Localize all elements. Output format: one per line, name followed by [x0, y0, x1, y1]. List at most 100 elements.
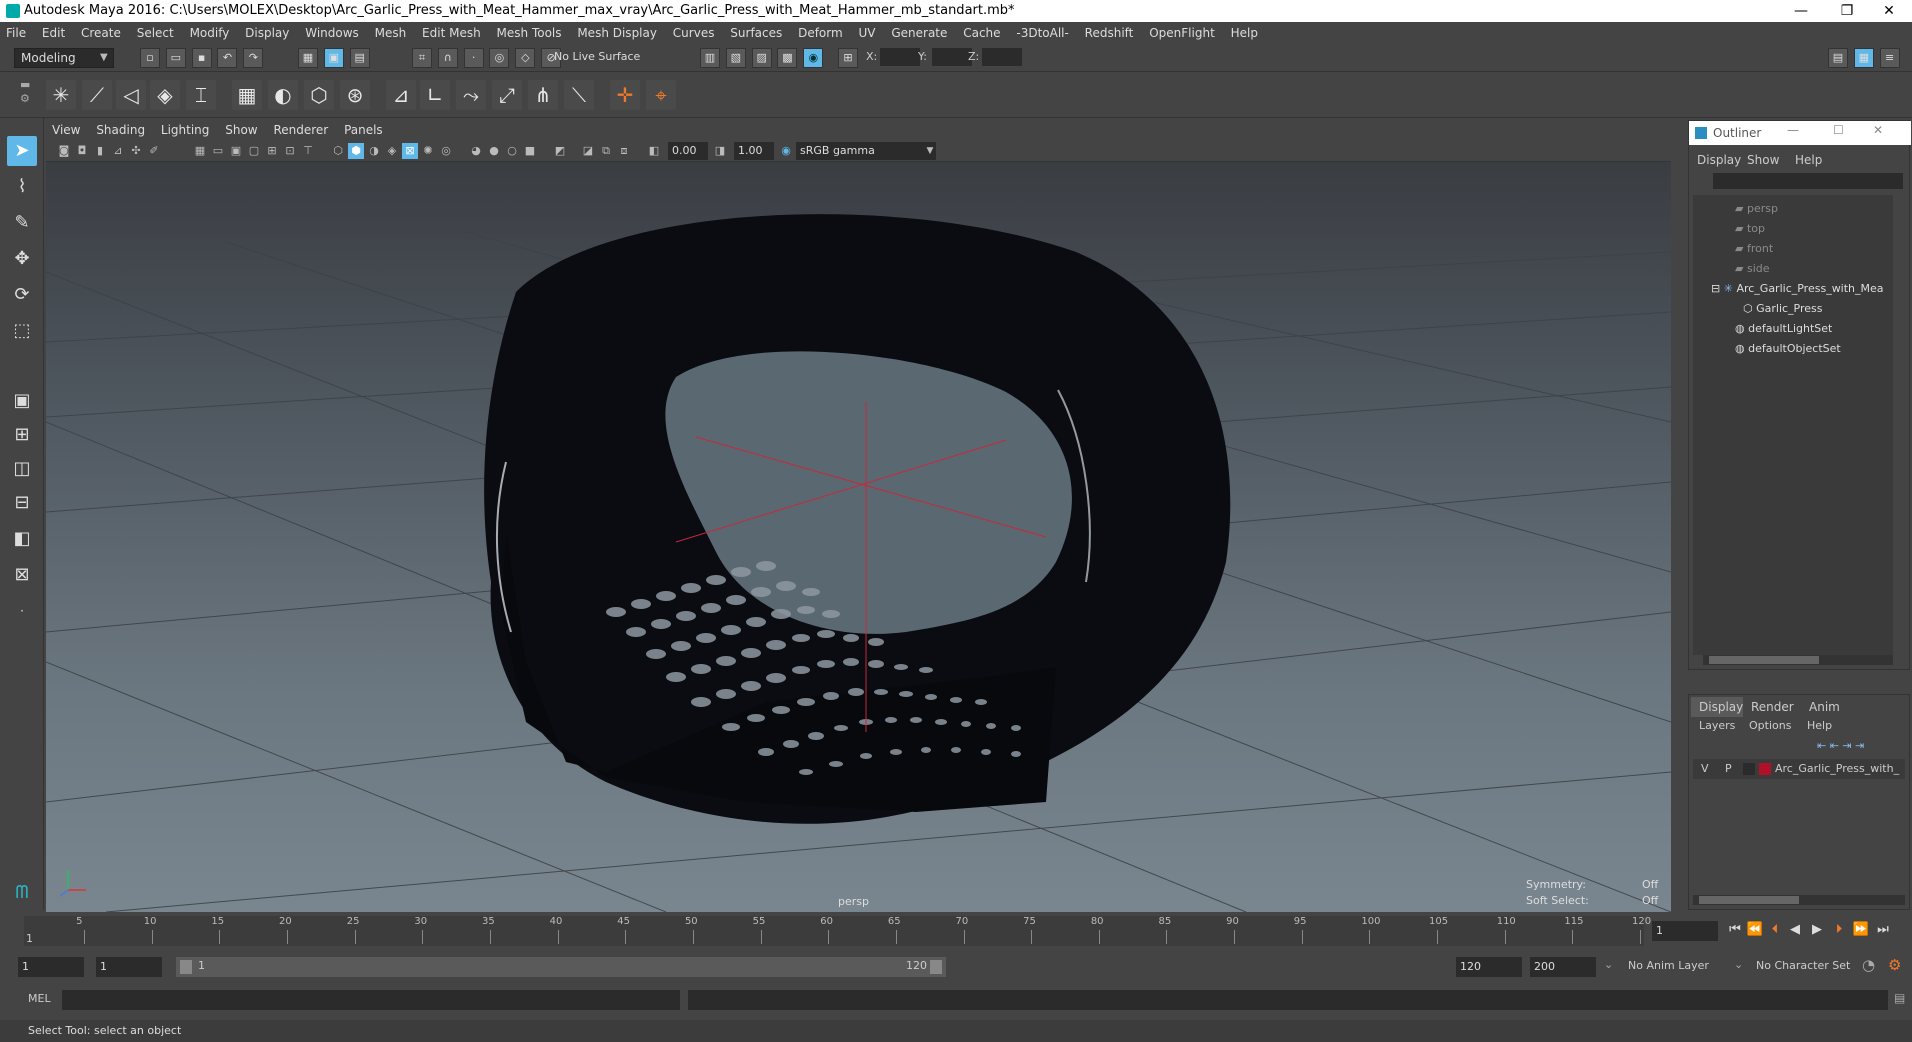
xray-components-icon[interactable]: ⧈ — [616, 143, 632, 159]
live-surface-label[interactable]: No Live Surface — [554, 50, 640, 63]
layout-outliner-icon[interactable]: ◧ — [7, 524, 37, 554]
outliner-search-input[interactable] — [1713, 173, 1903, 189]
step-back-icon[interactable]: ⏪ — [1746, 921, 1764, 939]
x-field[interactable] — [880, 48, 920, 66]
outliner-menu-show[interactable]: Show — [1747, 153, 1779, 167]
outliner-restore-button[interactable]: ☐ — [1833, 123, 1844, 137]
select-component-icon[interactable]: ▤ — [349, 48, 370, 68]
outliner-menu-help[interactable]: Help — [1795, 153, 1822, 167]
xray-joints-icon[interactable]: ⧉ — [598, 143, 614, 159]
menu-generate[interactable]: Generate — [891, 26, 947, 40]
outliner-item-garlic-press[interactable]: ⬡ Garlic_Press — [1743, 299, 1823, 319]
playback-end-field[interactable]: 120 — [1456, 957, 1522, 977]
range-handle-start[interactable] — [180, 960, 192, 974]
channel-box-icon[interactable]: ≡ — [1879, 48, 1900, 68]
paint-select-icon[interactable]: ✎ — [7, 208, 37, 238]
range-handle-end[interactable] — [930, 960, 942, 974]
image-plane-icon[interactable]: ⊿ — [110, 143, 126, 159]
wireframe-on-shaded-icon[interactable]: ◈ — [384, 143, 400, 159]
menu-redshift[interactable]: Redshift — [1085, 26, 1134, 40]
tab-display[interactable]: Display — [1691, 697, 1743, 717]
2d-pan-icon[interactable]: ✣ — [128, 143, 144, 159]
close-button[interactable]: ✕ — [1866, 0, 1912, 22]
safe-title-icon[interactable]: ⊤ — [300, 143, 316, 159]
shelf-text-icon[interactable]: ⌶ — [186, 80, 216, 110]
motion-blur-icon[interactable]: ● — [486, 143, 502, 159]
script-editor-icon[interactable]: ▤ — [1894, 991, 1905, 1005]
layout-single-icon[interactable]: ▣ — [7, 386, 37, 416]
shelf-poly-sphere-icon[interactable]: ◐ — [268, 80, 298, 110]
preferences-icon[interactable]: ⚙ — [1888, 956, 1901, 974]
menu-mesh-display[interactable]: Mesh Display — [577, 26, 657, 40]
menu-modify[interactable]: Modify — [190, 26, 230, 40]
rotate-tool-icon[interactable]: ⟳ — [7, 280, 37, 310]
layer-type[interactable] — [1743, 763, 1755, 775]
start-time-field[interactable]: 1 — [18, 957, 84, 977]
ipr-render-icon[interactable]: ▨ — [751, 48, 772, 68]
layout-side-icon[interactable]: ◫ — [7, 454, 37, 484]
shelf-snap-pivot-icon[interactable]: ⌖ — [646, 80, 676, 110]
command-language-label[interactable]: MEL — [28, 992, 51, 1005]
outliner-item-group[interactable]: ⊟ ✳ Arc_Garlic_Press_with_Mea — [1711, 279, 1884, 299]
menu-display[interactable]: Display — [245, 26, 289, 40]
camera-select-icon[interactable]: ◙ — [56, 143, 72, 159]
bookmark-icon[interactable]: ▮ — [92, 143, 108, 159]
gate-mask-icon[interactable]: ▢ — [246, 143, 262, 159]
xray-icon[interactable]: ◪ — [580, 143, 596, 159]
vp-menu-renderer[interactable]: Renderer — [273, 123, 328, 137]
field-chart-icon[interactable]: ⊞ — [264, 143, 280, 159]
select-object-icon[interactable]: ▣ — [323, 48, 344, 68]
menu-windows[interactable]: Windows — [305, 26, 359, 40]
snap-point-icon[interactable]: · — [463, 48, 484, 68]
outliner-item-top[interactable]: ▰ top — [1735, 219, 1765, 239]
lasso-tool-icon[interactable]: ⌇ — [7, 172, 37, 202]
outliner-minimize-button[interactable]: — — [1787, 123, 1799, 137]
end-time-field[interactable]: 200 — [1530, 957, 1596, 977]
layout-graph-icon[interactable]: ⊠ — [7, 560, 37, 590]
snap-curve-icon[interactable]: ∩ — [437, 48, 458, 68]
hypershade-icon[interactable]: ◉ — [803, 48, 824, 68]
film-gate-icon[interactable]: ▭ — [210, 143, 226, 159]
menu-mesh[interactable]: Mesh — [375, 26, 407, 40]
character-set-dropdown[interactable]: No Character Set — [1756, 959, 1850, 972]
shelf-bevel-icon[interactable]: ∟ — [420, 80, 450, 110]
layer-row[interactable]: V P Arc_Garlic_Press_with_ — [1693, 759, 1905, 779]
shelf-extrude-icon[interactable]: ⊿ — [386, 80, 416, 110]
shelf-target-weld-icon[interactable]: ⟍ — [564, 80, 594, 110]
safe-action-icon[interactable]: ⊡ — [282, 143, 298, 159]
undo-icon[interactable]: ↶ — [217, 48, 238, 68]
shelf-bridge-icon[interactable]: ⤳ — [456, 80, 486, 110]
layout-four-icon[interactable]: ⊞ — [7, 420, 37, 450]
resolution-gate-icon[interactable]: ▣ — [228, 143, 244, 159]
y-field[interactable] — [932, 48, 972, 66]
menu-file[interactable]: File — [6, 26, 26, 40]
playback-start-field[interactable]: 1 — [96, 957, 162, 977]
auto-key-icon[interactable]: ◔ — [1862, 956, 1875, 974]
menu-mesh-tools[interactable]: Mesh Tools — [497, 26, 562, 40]
antialias-icon[interactable]: ○ — [504, 143, 520, 159]
layer-name[interactable]: Arc_Garlic_Press_with_ — [1775, 762, 1899, 775]
outliner-menu-display[interactable]: Display — [1697, 153, 1741, 167]
shelf-append-icon[interactable]: ⤢ — [492, 80, 522, 110]
outliner-item-object-set[interactable]: ◍ defaultObjectSet — [1735, 339, 1841, 359]
shelf-pivot-icon[interactable]: ✛ — [610, 80, 640, 110]
shelf-options-icon[interactable]: ▬ ⚙ — [20, 78, 30, 106]
default-material-icon[interactable]: ◑ — [366, 143, 382, 159]
perspective-viewport[interactable]: persp Symmetry: Off Soft Select: Off — [46, 162, 1671, 912]
vp-menu-shading[interactable]: Shading — [96, 123, 145, 137]
outliner-item-side[interactable]: ▰ side — [1735, 259, 1770, 279]
go-to-end-icon[interactable]: ⏭ — [1874, 921, 1892, 939]
prev-key-icon[interactable]: ⏴ — [1766, 921, 1784, 939]
grease-pencil-icon[interactable]: ✐ — [146, 143, 162, 159]
vp-menu-view[interactable]: View — [52, 123, 80, 137]
open-scene-icon[interactable]: ▭ — [165, 48, 186, 68]
select-hierarchy-icon[interactable]: ▦ — [298, 48, 318, 68]
time-slider[interactable]: 5 10 15 20 25 30 35 40 45 50 55 60 65 70 75 80 85 90 95 100… — [0, 912, 1912, 950]
layer-visibility[interactable]: V — [1701, 762, 1709, 775]
snap-view-icon[interactable]: ◎ — [489, 48, 510, 68]
menu-select[interactable]: Select — [137, 26, 174, 40]
shelf-poly-cylinder-icon[interactable]: ⊛ — [340, 80, 370, 110]
layer-buttons-icon[interactable]: ⇤ ⇤ ⇥ ⇥ — [1817, 739, 1864, 752]
render-settings-icon[interactable]: ▩ — [777, 48, 798, 68]
play-back-icon[interactable]: ◀ — [1786, 921, 1804, 939]
